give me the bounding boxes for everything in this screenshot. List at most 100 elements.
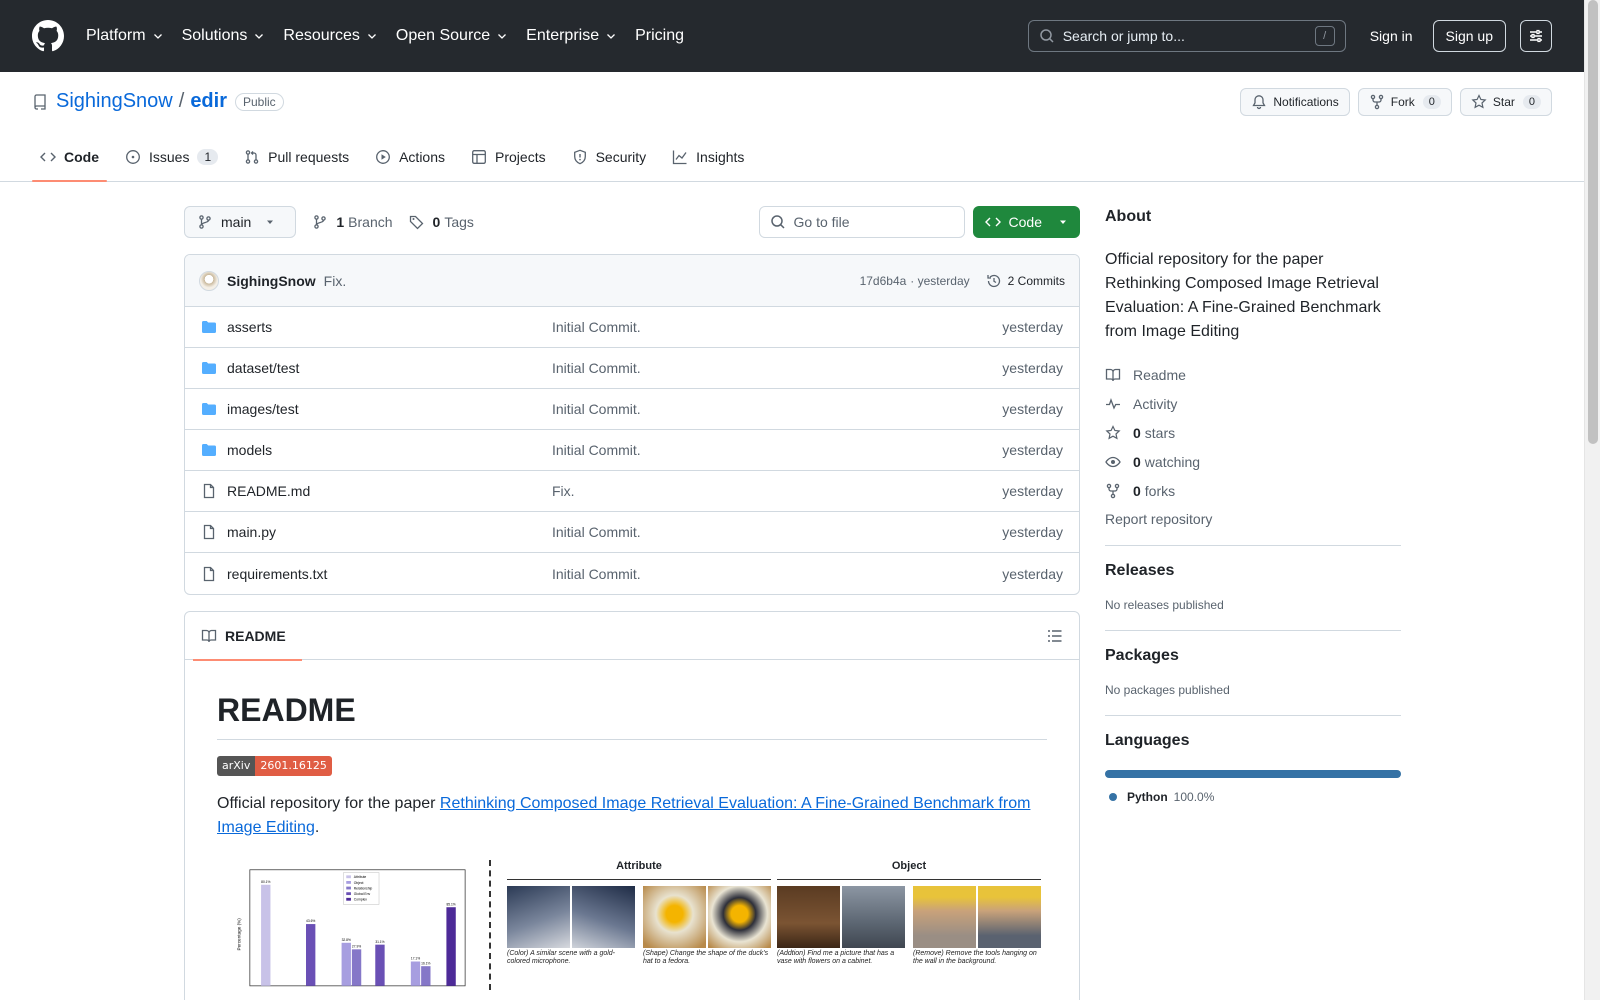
report-repository-link[interactable]: Report repository (1105, 511, 1401, 527)
file-row[interactable]: models Initial Commit. yesterday (185, 430, 1079, 471)
global-header: Platform Solutions Resources Open Source… (0, 0, 1584, 72)
tab-issues[interactable]: Issues 1 (117, 133, 226, 181)
divider (1105, 715, 1401, 716)
tags-link[interactable]: 0 Tags (409, 214, 474, 230)
file-row[interactable]: dataset/test Initial Commit. yesterday (185, 348, 1079, 389)
forks-link[interactable]: 0 forks (1105, 476, 1401, 505)
file-name-link[interactable]: requirements.txt (227, 566, 552, 582)
legend-swatch (346, 875, 351, 879)
notifications-button[interactable]: Notifications (1240, 88, 1350, 116)
page-scrollbar[interactable] (1584, 0, 1600, 1000)
badge-value: 2601.16125 (255, 756, 332, 776)
repo-name-link[interactable]: edir (190, 90, 227, 113)
tab-code[interactable]: Code (32, 133, 107, 182)
file-commit-message[interactable]: Fix. (552, 483, 1002, 499)
go-to-file-input[interactable]: Go to file (758, 206, 965, 238)
github-logo-icon[interactable] (32, 20, 64, 52)
file-row[interactable]: requirements.txt Initial Commit. yesterd… (185, 553, 1079, 594)
file-commit-message[interactable]: Initial Commit. (552, 319, 1002, 335)
bar-value-label: 27.9% (352, 944, 361, 948)
figure-caption: (Addtion) Find me a picture that has a v… (777, 950, 895, 965)
file-name-link[interactable]: images/test (227, 401, 552, 417)
branches-link[interactable]: 1 Branch (312, 214, 393, 230)
nav-platform[interactable]: Platform (86, 27, 164, 45)
file-commit-message[interactable]: Initial Commit. (552, 566, 1002, 582)
sign-up-button[interactable]: Sign up (1432, 20, 1506, 52)
shield-icon (573, 149, 586, 165)
file-date: yesterday (1002, 483, 1063, 499)
activity-link[interactable]: Activity (1105, 389, 1401, 418)
branch-selector[interactable]: main (184, 206, 297, 238)
file-commit-message[interactable]: Initial Commit. (552, 442, 1002, 458)
legend-swatch (346, 892, 351, 896)
star-button[interactable]: Star 0 (1459, 88, 1552, 116)
header-menu-button[interactable] (1520, 20, 1552, 52)
file-icon (203, 524, 215, 540)
file-row[interactable]: main.py Initial Commit. yesterday (185, 512, 1079, 553)
tab-label: Actions (399, 149, 446, 165)
legend-item: Relationship (354, 886, 373, 890)
file-name-link[interactable]: dataset/test (227, 360, 552, 376)
file-date: yesterday (1002, 442, 1063, 458)
file-name-link[interactable]: README.md (227, 483, 552, 499)
code-button-label: Code (1008, 214, 1042, 230)
language-item[interactable]: Python 100.0% (1105, 790, 1401, 804)
repo-title: SighingSnow / edir Public (32, 90, 284, 113)
tab-pull-requests[interactable]: Pull requests (236, 133, 357, 181)
figure-bar (446, 907, 456, 986)
nav-label: Open Source (395, 27, 491, 44)
issue-icon (126, 150, 140, 164)
nav-open-source[interactable]: Open Source (396, 27, 508, 45)
avatar[interactable] (199, 270, 219, 291)
global-search-input[interactable]: Search or jump to... / (1027, 20, 1346, 52)
sign-in-link[interactable]: Sign in (1370, 28, 1413, 44)
nav-solutions[interactable]: Solutions (182, 27, 266, 45)
file-name-link[interactable]: models (227, 442, 552, 458)
tab-projects[interactable]: Projects (463, 133, 554, 181)
fork-button[interactable]: Fork 0 (1357, 88, 1452, 116)
bar-value-label: 16.1% (421, 961, 430, 965)
figure-example: (Addtion) Find me a picture that has a v… (777, 886, 905, 966)
repo-owner-link[interactable]: SighingSnow (56, 90, 173, 113)
file-name-link[interactable]: asserts (227, 319, 552, 335)
tab-actions[interactable]: Actions (367, 133, 453, 181)
figure-bar (306, 924, 316, 986)
code-download-button[interactable]: Code (972, 206, 1080, 238)
file-commit-message[interactable]: Initial Commit. (552, 401, 1002, 417)
nav-enterprise[interactable]: Enterprise (526, 27, 617, 45)
table-of-contents-icon[interactable] (1047, 628, 1063, 644)
file-row[interactable]: README.md Fix. yesterday (185, 471, 1079, 512)
branch-icon (314, 215, 327, 229)
commit-message-link[interactable]: Fix. (324, 273, 347, 289)
file-row[interactable]: asserts Initial Commit. yesterday (185, 307, 1079, 348)
commit-hash-link[interactable]: 17d6b4a (860, 274, 907, 288)
nav-resources[interactable]: Resources (283, 27, 377, 45)
bar-value-label: 85.1% (446, 902, 455, 906)
commits-history-link[interactable]: 2 Commits (986, 273, 1065, 289)
readme-link[interactable]: Readme (1105, 360, 1401, 389)
commit-time: · yesterday (910, 273, 970, 288)
fork-count: 0 (1422, 95, 1441, 109)
commit-author-link[interactable]: SighingSnow (227, 273, 316, 289)
watching-link[interactable]: 0 watching (1105, 447, 1401, 476)
languages-heading: Languages (1105, 732, 1190, 749)
file-commit-message[interactable]: Initial Commit. (552, 524, 1002, 540)
tab-security[interactable]: Security (564, 133, 655, 181)
nav-pricing[interactable]: Pricing (635, 27, 684, 45)
file-date: yesterday (1002, 360, 1063, 376)
legend-swatch (346, 886, 351, 890)
scrollbar-thumb[interactable] (1588, 0, 1598, 444)
releases-heading[interactable]: Releases (1105, 562, 1401, 580)
tag-label: Tags (444, 214, 474, 230)
file-name-link[interactable]: main.py (227, 524, 552, 540)
stars-link[interactable]: 0 stars (1105, 418, 1401, 447)
file-row[interactable]: images/test Initial Commit. yesterday (185, 389, 1079, 430)
readme-tab[interactable]: README (193, 612, 302, 661)
packages-heading[interactable]: Packages (1105, 647, 1401, 665)
figure-bar (261, 884, 271, 986)
file-commit-message[interactable]: Initial Commit. (552, 360, 1002, 376)
tab-insights[interactable]: Insights (664, 133, 752, 181)
arxiv-badge[interactable]: arXiv 2601.16125 (217, 756, 332, 776)
file-date: yesterday (1002, 401, 1063, 417)
readme-tab-label: README (225, 627, 286, 644)
